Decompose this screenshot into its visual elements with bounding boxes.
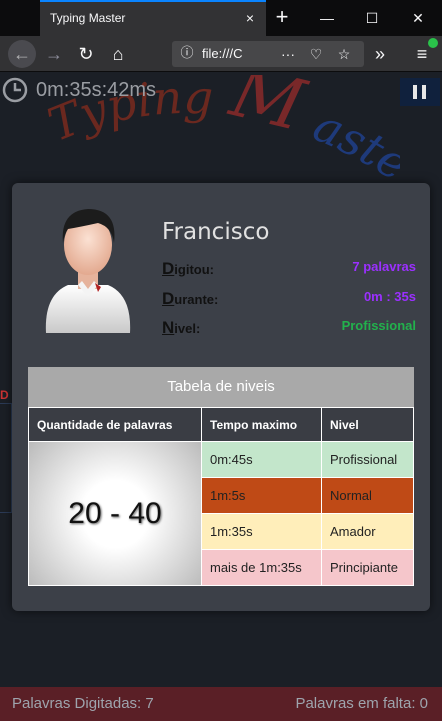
- max-time-cell: mais de 1m:35s: [201, 549, 322, 586]
- typed-value: 7 palavras: [352, 259, 416, 274]
- info-icon[interactable]: ⓘ: [178, 44, 196, 62]
- left-partial-panel: [0, 403, 12, 513]
- logo-master-initial: M: [221, 75, 314, 148]
- duration-label-text: urante:: [174, 292, 219, 307]
- timer-display: 0m:35s:42ms: [36, 79, 157, 101]
- minimize-icon[interactable]: —: [312, 6, 342, 30]
- level-label: Nivel:: [162, 318, 200, 338]
- left-partial-letter: D: [0, 388, 9, 402]
- tab-close-icon[interactable]: ×: [240, 8, 260, 28]
- bookmark-star-icon[interactable]: ☆: [334, 44, 354, 64]
- home-icon[interactable]: ⌂: [104, 40, 132, 68]
- level-cell: Normal: [321, 477, 414, 514]
- words-typed-counter: Palavras Digitadas: 7: [12, 695, 154, 712]
- result-card: Francisco Digitou: 7 palavras Durante: 0…: [12, 183, 430, 611]
- pause-icon-bar: [413, 85, 417, 99]
- update-badge: [428, 38, 438, 48]
- word-range-cell: 20 - 40: [28, 441, 202, 586]
- tab-bar: Typing Master × + — ☐ ✕: [0, 0, 442, 36]
- nav-bar: ← → ↻ ⌂ ⓘ file:///C ··· ♡ ☆ » ≡: [0, 36, 442, 72]
- pause-button[interactable]: [400, 78, 440, 106]
- player-name: Francisco: [162, 219, 270, 245]
- max-time-cell: 1m:5s: [201, 477, 322, 514]
- overflow-icon[interactable]: »: [366, 40, 394, 68]
- more-icon[interactable]: ···: [278, 44, 298, 64]
- duration-value: 0m : 35s: [363, 289, 416, 304]
- forward-icon[interactable]: →: [40, 40, 68, 68]
- level-cell: Profissional: [321, 441, 414, 478]
- menu-glyph: ≡: [416, 44, 428, 64]
- page: Typing M aster 0m:35s:42ms D: [0, 73, 442, 721]
- max-time-cell: 0m:45s: [201, 441, 322, 478]
- words-remaining-counter: Palavras em falta: 0: [295, 695, 428, 712]
- maximize-icon[interactable]: ☐: [357, 6, 387, 30]
- table-row: 20 - 40 0m:45s Profissional: [28, 441, 414, 586]
- reload-icon[interactable]: ↻: [72, 40, 100, 68]
- clock-icon: [2, 77, 28, 103]
- url-bar[interactable]: ⓘ file:///C ··· ♡ ☆: [172, 41, 364, 67]
- levels-table-caption: Tabela de niveis: [28, 367, 414, 407]
- user-avatar-icon: [45, 209, 131, 333]
- typed-label-initial: D: [162, 259, 175, 278]
- level-cell: Principiante: [321, 549, 414, 586]
- column-header-max-time: Tempo maximo: [201, 407, 322, 442]
- typed-label: Digitou:: [162, 259, 214, 279]
- typed-label-text: igitou:: [174, 262, 214, 277]
- menu-icon[interactable]: ≡: [408, 38, 438, 68]
- new-tab-icon[interactable]: +: [268, 6, 296, 30]
- duration-label: Durante:: [162, 289, 218, 309]
- column-header-word-count: Quantidade de palavras: [28, 407, 202, 442]
- max-time-cell: 1m:35s: [201, 513, 322, 550]
- pocket-icon[interactable]: ♡: [306, 44, 326, 64]
- level-cell: Amador: [321, 513, 414, 550]
- url-text[interactable]: file:///C: [202, 46, 242, 61]
- levels-table: Tabela de niveis Quantidade de palavras …: [28, 367, 414, 586]
- level-label-initial: N: [162, 318, 175, 337]
- level-label-text: ivel:: [174, 321, 201, 336]
- column-header-level: Nivel: [321, 407, 414, 442]
- level-value: Profissional: [341, 318, 416, 333]
- browser-tab[interactable]: Typing Master ×: [40, 0, 266, 36]
- tab-title: Typing Master: [50, 11, 126, 25]
- pause-icon-bar: [422, 85, 426, 99]
- window-close-icon[interactable]: ✕: [403, 6, 433, 30]
- status-footer: Palavras Digitadas: 7 Palavras em falta:…: [0, 687, 442, 721]
- back-icon[interactable]: ←: [8, 40, 36, 68]
- duration-label-initial: D: [162, 289, 175, 308]
